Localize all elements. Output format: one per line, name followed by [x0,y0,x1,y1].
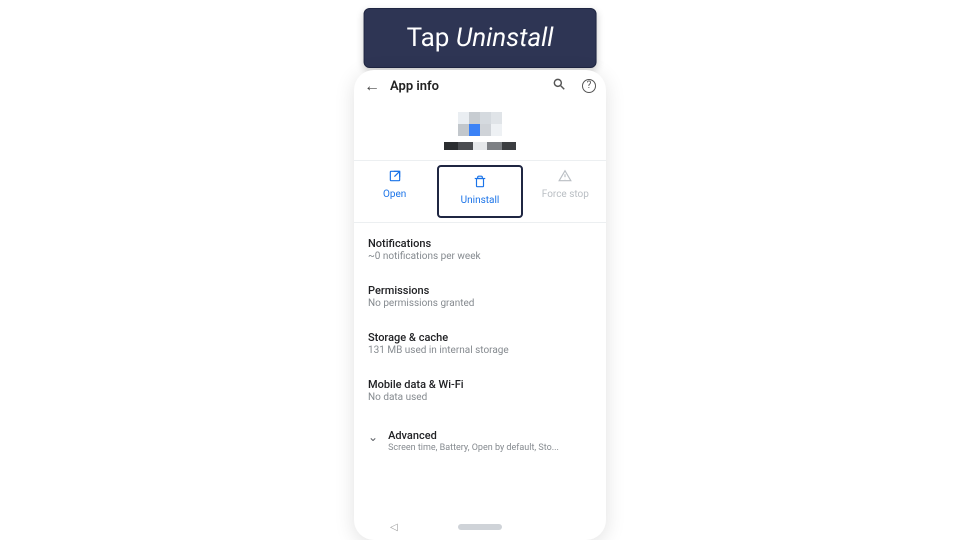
advanced-sub: Screen time, Battery, Open by default, S… [388,443,559,453]
force-stop-button: Force stop [525,161,606,222]
nav-back-icon[interactable]: ◁ [390,522,398,533]
permissions-sub: No permissions granted [368,298,592,309]
search-icon[interactable] [552,77,566,95]
open-label: Open [383,189,406,200]
permissions-title: Permissions [368,284,592,297]
instruction-action: Uninstall [456,23,554,53]
open-button[interactable]: Open [354,161,435,222]
data-item[interactable]: Mobile data & Wi-Fi No data used [368,368,592,415]
notifications-sub: ~0 notifications per week [368,251,592,262]
advanced-title: Advanced [388,429,559,442]
instruction-prefix: Tap [407,23,456,53]
storage-sub: 131 MB used in internal storage [368,345,592,356]
storage-item[interactable]: Storage & cache 131 MB used in internal … [368,321,592,368]
app-icon [458,112,502,136]
notifications-item[interactable]: Notifications ~0 notifications per week [368,227,592,274]
nav-bar: ◁ [354,517,606,537]
advanced-item[interactable]: ⌄ Advanced Screen time, Battery, Open by… [354,419,606,463]
help-icon[interactable]: ? [582,79,596,93]
instruction-banner: Tap Uninstall [364,8,597,68]
warning-icon [527,169,604,187]
trash-icon [441,175,518,193]
uninstall-button[interactable]: Uninstall [437,165,522,218]
uninstall-label: Uninstall [461,195,500,206]
settings-list: Notifications ~0 notifications per week … [354,223,606,419]
nav-home-pill[interactable] [458,524,502,530]
chevron-down-icon: ⌄ [368,429,378,444]
notifications-title: Notifications [368,237,592,250]
permissions-item[interactable]: Permissions No permissions granted [368,274,592,321]
back-arrow-icon[interactable]: ← [364,76,380,96]
app-bar-title: App info [390,79,536,94]
data-title: Mobile data & Wi-Fi [368,378,592,391]
phone-frame: ← App info ? Open Uninstall [354,70,606,540]
data-sub: No data used [368,392,592,403]
app-bar: ← App info ? [354,70,606,104]
open-icon [356,169,433,187]
app-name [444,142,516,150]
force-stop-label: Force stop [542,189,589,200]
action-row: Open Uninstall Force stop [354,161,606,223]
app-header [354,104,606,160]
storage-title: Storage & cache [368,331,592,344]
